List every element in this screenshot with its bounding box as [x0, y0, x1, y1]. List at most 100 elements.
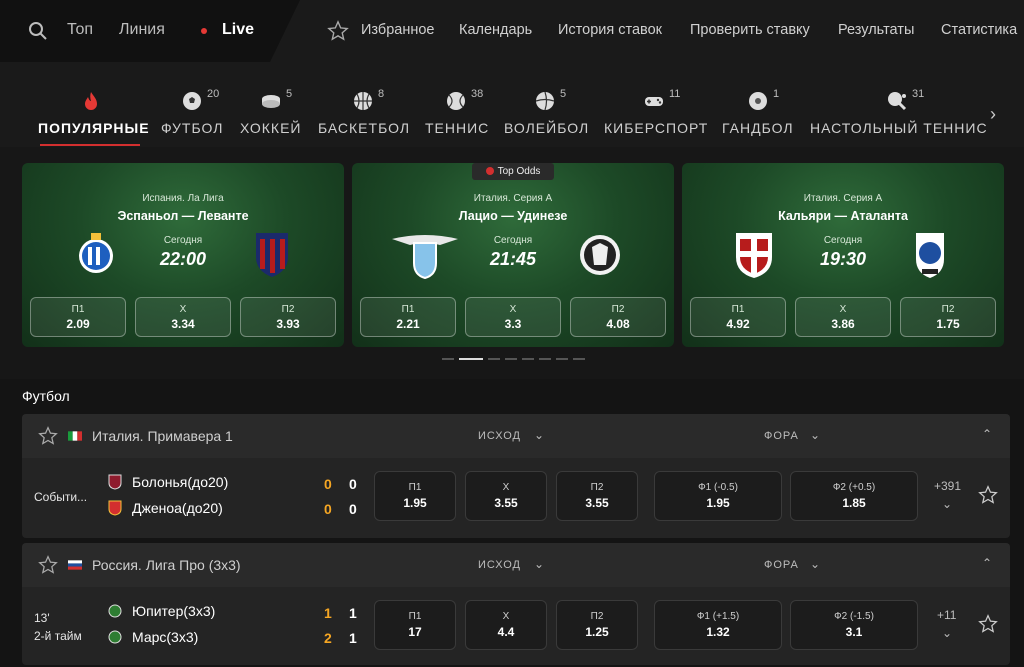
- odd-value: 2.09: [66, 317, 90, 331]
- odd-label: Ф2 (+0.5): [832, 482, 876, 493]
- score: 0: [324, 476, 332, 492]
- chevron-up-icon[interactable]: ⌃: [982, 427, 992, 441]
- odd-button-h2[interactable]: Ф2 (-1.5) 3.1: [790, 600, 918, 650]
- league-header[interactable]: Россия. Лига Про (3x3) ИСХОД ⌄ ФОРА ⌄ ⌃: [22, 543, 1010, 587]
- category-label: ГАНДБОЛ: [722, 120, 794, 136]
- odd-button-p2[interactable]: П2 3.93: [240, 297, 336, 337]
- carousel-dot-active[interactable]: [459, 358, 483, 360]
- team-logo-icon: [108, 500, 122, 516]
- event-period: 2-й тайм: [34, 629, 82, 643]
- category-label: БАСКЕТБОЛ: [318, 120, 411, 136]
- odd-value: 1.95: [706, 496, 730, 510]
- category-esports[interactable]: 11 КИБЕРСПОРТ: [604, 88, 707, 136]
- odd-button-h1[interactable]: Ф1 (+1.5) 1.32: [654, 600, 782, 650]
- odd-button-p2[interactable]: П2 4.08: [570, 297, 666, 337]
- chevron-up-icon[interactable]: ⌃: [982, 556, 992, 570]
- carousel-dot[interactable]: [539, 358, 551, 360]
- carousel-dot[interactable]: [505, 358, 517, 360]
- column-outcome[interactable]: ИСХОД: [478, 559, 521, 571]
- star-icon[interactable]: [978, 485, 998, 505]
- odd-label: X: [502, 611, 510, 622]
- odd-button-x[interactable]: X 4.4: [465, 600, 547, 650]
- category-volleyball[interactable]: 5 ВОЛЕЙБОЛ: [504, 88, 588, 136]
- lazio-logo-icon: [392, 235, 458, 279]
- column-handicap[interactable]: ФОРА: [764, 430, 799, 442]
- nav-line[interactable]: Линия: [119, 21, 165, 39]
- link-calendar[interactable]: Календарь: [459, 22, 532, 38]
- category-popular[interactable]: ПОПУЛЯРНЫЕ: [38, 90, 149, 136]
- odd-button-x[interactable]: X 3.55: [465, 471, 547, 521]
- chevron-down-icon[interactable]: ⌄: [810, 428, 820, 442]
- atalanta-logo-icon: [916, 233, 944, 278]
- category-label: ТЕННИС: [425, 120, 490, 136]
- category-basketball[interactable]: 8 БАСКЕТБОЛ: [318, 88, 409, 136]
- table-tennis-icon: [888, 92, 907, 111]
- odd-button-h2[interactable]: Ф2 (+0.5) 1.85: [790, 471, 918, 521]
- carousel-dot[interactable]: [488, 358, 500, 360]
- chevron-down-icon[interactable]: ⌄: [942, 497, 952, 511]
- chevron-down-icon[interactable]: ⌄: [942, 626, 952, 640]
- category-football[interactable]: 20 ФУТБОЛ: [161, 88, 222, 136]
- carousel-dot[interactable]: [522, 358, 534, 360]
- match-card[interactable]: Италия. Серия А Лацио — Удинезе Сегодня …: [352, 163, 674, 347]
- more-markets[interactable]: +391: [934, 479, 961, 493]
- star-icon[interactable]: [38, 426, 58, 446]
- odd-value: 3.86: [831, 317, 855, 331]
- more-markets[interactable]: +11: [937, 608, 956, 622]
- odd-button-p2[interactable]: П2 3.55: [556, 471, 638, 521]
- link-results[interactable]: Результаты: [838, 22, 914, 38]
- top-odds-badge: Top Odds: [472, 163, 554, 180]
- odd-button-p1[interactable]: П1 2.21: [360, 297, 456, 337]
- tennis-ball-icon: [447, 92, 465, 110]
- section-title: Футбол: [22, 388, 70, 404]
- card-day: Сегодня: [163, 235, 203, 246]
- link-bet-history[interactable]: История ставок: [558, 22, 662, 38]
- match-card[interactable]: Испания. Ла Лига Эспаньол — Леванте Сего…: [22, 163, 344, 347]
- odd-label: Ф1 (+1.5): [696, 611, 740, 622]
- odd-button-h1[interactable]: Ф1 (-0.5) 1.95: [654, 471, 782, 521]
- odd-button-p1[interactable]: П1 4.92: [690, 297, 786, 337]
- carousel-dot[interactable]: [573, 358, 585, 360]
- star-icon[interactable]: [978, 614, 998, 634]
- score: 2: [324, 630, 332, 646]
- carousel-dot[interactable]: [442, 358, 454, 360]
- category-label: ХОККЕЙ: [240, 120, 302, 136]
- odd-button-p1[interactable]: П1 1.95: [374, 471, 456, 521]
- event-row[interactable]: Событи... Болонья(до20) Дженоа(до20) 0 0…: [22, 458, 1010, 538]
- odd-button-p2[interactable]: П2 1.25: [556, 600, 638, 650]
- category-hockey[interactable]: 5 ХОККЕЙ: [240, 88, 300, 136]
- column-handicap[interactable]: ФОРА: [764, 559, 799, 571]
- category-tennis[interactable]: 38 ТЕННИС: [425, 88, 488, 136]
- match-card[interactable]: Италия. Серия А Кальяри — Аталанта Сегод…: [682, 163, 1004, 347]
- odd-value: 4.92: [726, 317, 750, 331]
- odd-button-x[interactable]: X 3.34: [135, 297, 231, 337]
- odd-value: 4.4: [497, 625, 515, 639]
- column-outcome[interactable]: ИСХОД: [478, 430, 521, 442]
- active-category-underline: [40, 144, 140, 146]
- star-icon[interactable]: [327, 20, 349, 42]
- link-check-bet[interactable]: Проверить ставку: [690, 22, 810, 38]
- odd-button-p2[interactable]: П2 1.75: [900, 297, 996, 337]
- chevron-down-icon[interactable]: ⌄: [534, 557, 544, 571]
- search-icon[interactable]: [28, 21, 48, 41]
- event-row[interactable]: 13' 2-й тайм Юпитер(3x3) Марс(3x3) 1 1 2…: [22, 587, 1010, 667]
- category-table-tennis[interactable]: 31 НАСТОЛЬНЫЙ ТЕННИС: [810, 88, 987, 136]
- odd-value: 1.85: [842, 496, 866, 510]
- league-header[interactable]: Италия. Примавера 1 ИСХОД ⌄ ФОРА ⌄ ⌃: [22, 414, 1010, 458]
- link-statistics[interactable]: Статистика: [941, 22, 1017, 38]
- category-handball[interactable]: 1 ГАНДБОЛ: [722, 88, 793, 136]
- odd-button-x[interactable]: X 3.86: [795, 297, 891, 337]
- star-icon[interactable]: [38, 555, 58, 575]
- hockey-puck-icon: [262, 95, 280, 108]
- chevron-down-icon[interactable]: ⌄: [810, 557, 820, 571]
- chevron-down-icon[interactable]: ⌄: [534, 428, 544, 442]
- odd-button-p1[interactable]: П1 2.09: [30, 297, 126, 337]
- nav-top[interactable]: Топ: [67, 21, 93, 39]
- odd-label: X: [502, 482, 510, 493]
- chevron-right-icon[interactable]: ›: [990, 104, 996, 125]
- odd-button-p1[interactable]: П1 17: [374, 600, 456, 650]
- carousel-dot[interactable]: [556, 358, 568, 360]
- nav-live[interactable]: Live: [222, 21, 254, 39]
- link-favorites[interactable]: Избранное: [361, 22, 434, 38]
- odd-button-x[interactable]: X 3.3: [465, 297, 561, 337]
